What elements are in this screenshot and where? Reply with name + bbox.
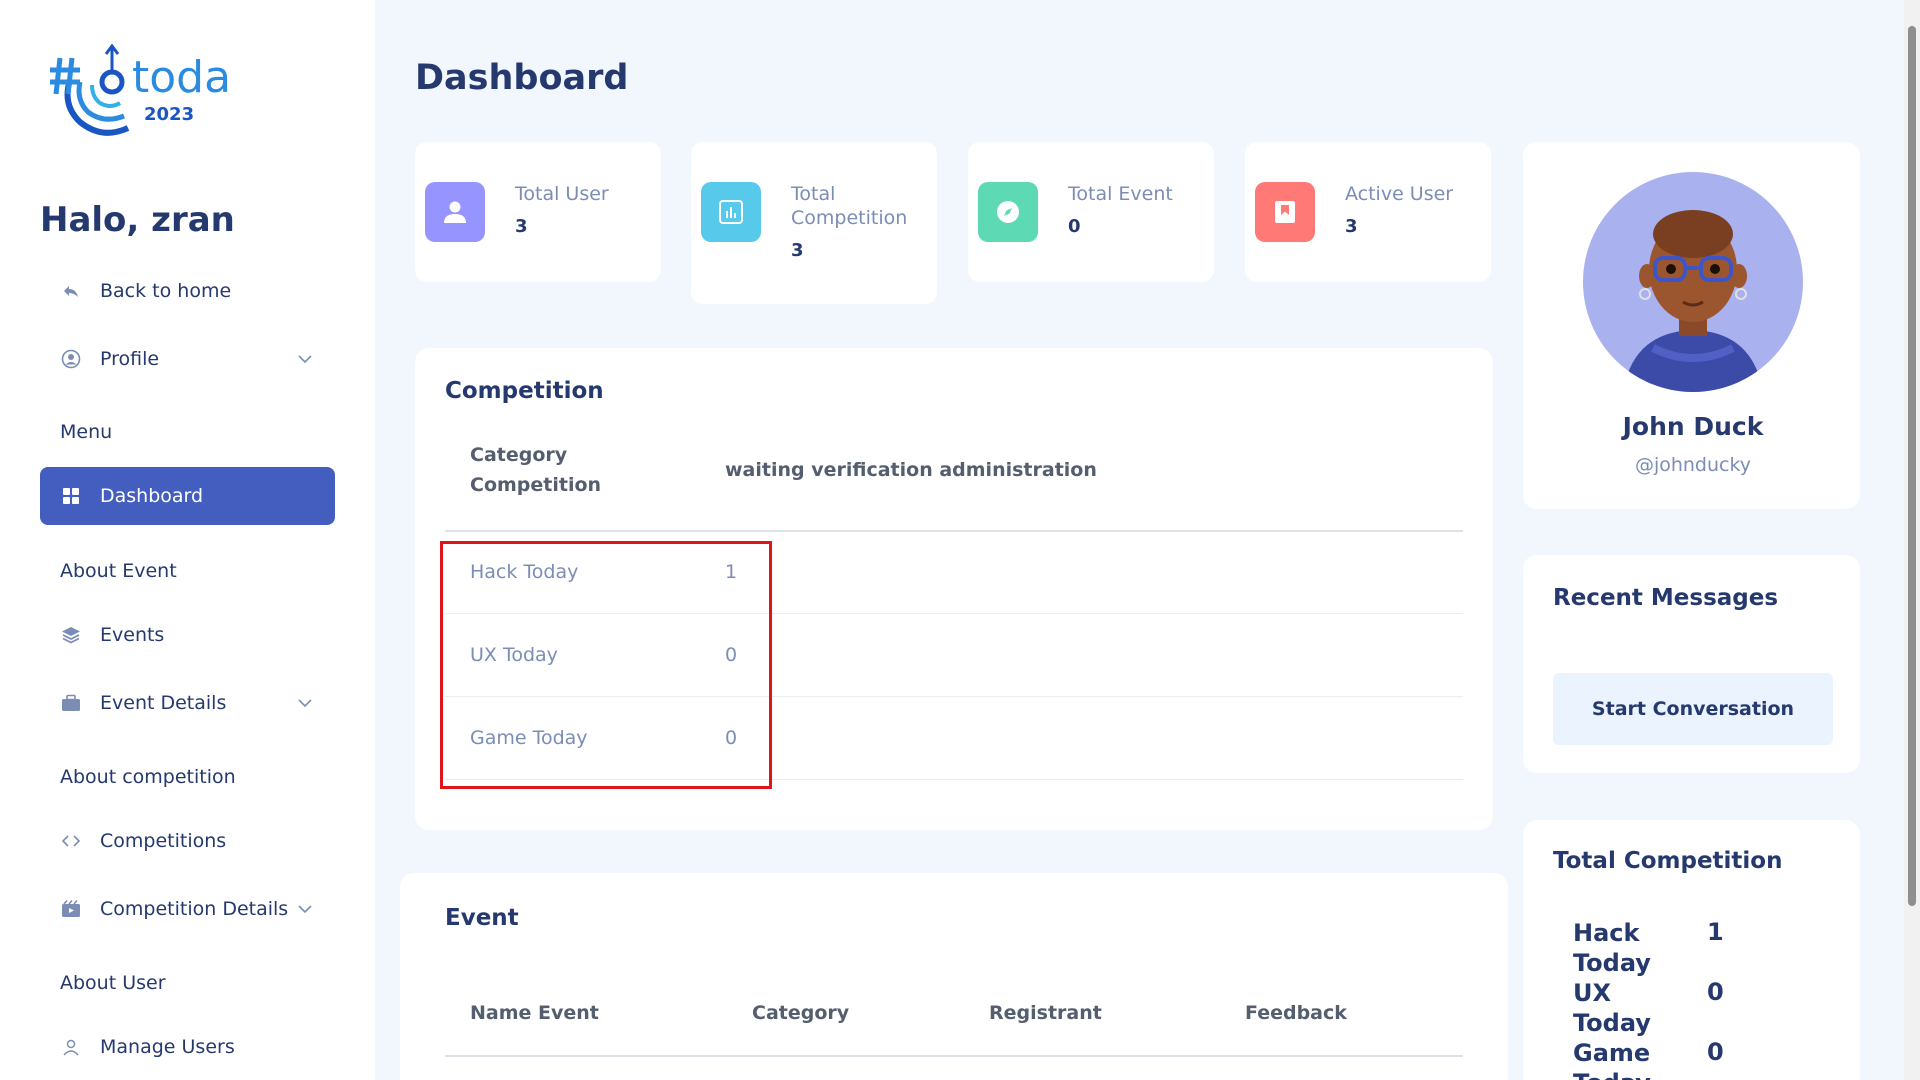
avatar[interactable] [1583,172,1803,392]
list-item-name: Hack Today [1573,919,1651,977]
back-to-home-link[interactable]: Back to home [40,262,335,320]
sidebar-item-competition-details[interactable]: Competition Details [40,880,335,938]
code-icon [60,830,82,852]
logo-text: today [132,52,230,103]
about-event-section-title: About Event [60,560,177,582]
stat-value: 3 [515,216,528,237]
stack-icon [60,624,82,646]
manage-users-label: Manage Users [100,1036,235,1058]
total-competition-title: Total Competition [1553,848,1783,874]
table-header-divider [445,530,1463,532]
chevron-down-icon [297,350,313,366]
list-item-count: 0 [1707,978,1724,1006]
profile-username: @johnducky [1634,454,1752,476]
chart-icon [701,182,761,242]
stat-label: Total User [515,183,609,205]
hack-today-logo[interactable]: today 2023 [40,40,257,140]
column-header-category: Category Competition [470,444,602,496]
column-header-registrant: Registrant [989,1002,1102,1024]
profile-label: Profile [100,348,160,370]
event-details-label: Event Details [100,692,227,714]
recent-messages-card: Recent Messages Start Conversation [1523,555,1860,773]
stat-card-active-user: Active User 3 [1245,142,1491,282]
stat-label: Total Event [1068,183,1173,205]
competition-details-label: Competition Details [100,898,289,920]
competition-title: Competition [445,378,604,404]
sidebar-item-events[interactable]: Events [40,606,335,664]
stat-card-total-user: Total User 3 [415,142,661,282]
sidebar: today 2023 Halo, zran Back to home Profi… [0,0,375,1080]
stat-card-total-competition: Total Competition 3 [691,142,937,304]
list-item-count: 0 [1707,1038,1724,1066]
column-header-waiting-verification: waiting verification administration [725,459,1097,481]
start-conversation-button[interactable]: Start Conversation [1553,673,1833,745]
profile-name: John Duck [1622,412,1764,441]
stat-value: 3 [1345,216,1358,237]
chevron-down-icon [297,900,313,916]
total-competition-card: Total Competition Hack Today 1 UX Today … [1523,820,1860,1080]
greeting: Halo, zran [40,200,235,240]
compass-icon [978,182,1038,242]
briefcase-icon [60,692,82,714]
scrollbar-thumb[interactable] [1908,26,1916,906]
recent-messages-title: Recent Messages [1553,585,1779,611]
about-user-section-title: About User [60,972,166,994]
page-scrollbar[interactable] [1904,0,1920,1080]
stat-card-total-event: Total Event 0 [968,142,1214,282]
page-title: Dashboard [415,58,629,98]
column-header-feedback: Feedback [1245,1002,1347,1024]
grid-icon [60,485,82,507]
list-item-name: Game Today [1573,1039,1651,1080]
dashboard-label: Dashboard [100,485,204,507]
reply-arrow-icon [60,280,82,302]
film-icon [60,898,82,920]
person-icon [60,1036,82,1058]
chevron-down-icon [297,694,313,710]
competitions-label: Competitions [100,830,227,852]
list-item-count: 1 [1707,918,1724,946]
back-to-home-label: Back to home [100,280,232,302]
column-header-category: Category [752,1002,850,1024]
sidebar-item-manage-users[interactable]: Manage Users [40,1018,335,1076]
sidebar-item-dashboard[interactable]: Dashboard [40,467,335,525]
event-title: Event [445,905,519,931]
event-card: Event Name Event Category Registrant Fee… [400,873,1508,1080]
about-competition-section-title: About competition [60,766,236,788]
highlight-box [440,541,772,789]
stat-label: Total Competition [791,183,908,229]
stat-label: Active User [1345,183,1454,205]
profile-menu[interactable]: Profile [40,330,335,388]
stat-value: 3 [791,240,804,261]
sidebar-item-event-details[interactable]: Event Details [40,674,335,732]
bookmark-icon [1255,182,1315,242]
user-circle-icon [60,348,82,370]
list-item-name: UX Today [1573,979,1651,1037]
menu-section-title: Menu [60,421,113,443]
column-header-name-event: Name Event [470,1002,599,1024]
logo-year: 2023 [144,104,194,125]
user-icon [425,182,485,242]
sidebar-item-competitions[interactable]: Competitions [40,812,335,870]
events-label: Events [100,624,165,646]
table-header-divider [445,1055,1463,1057]
stat-value: 0 [1068,216,1081,237]
profile-card: John Duck @johnducky [1523,142,1860,509]
